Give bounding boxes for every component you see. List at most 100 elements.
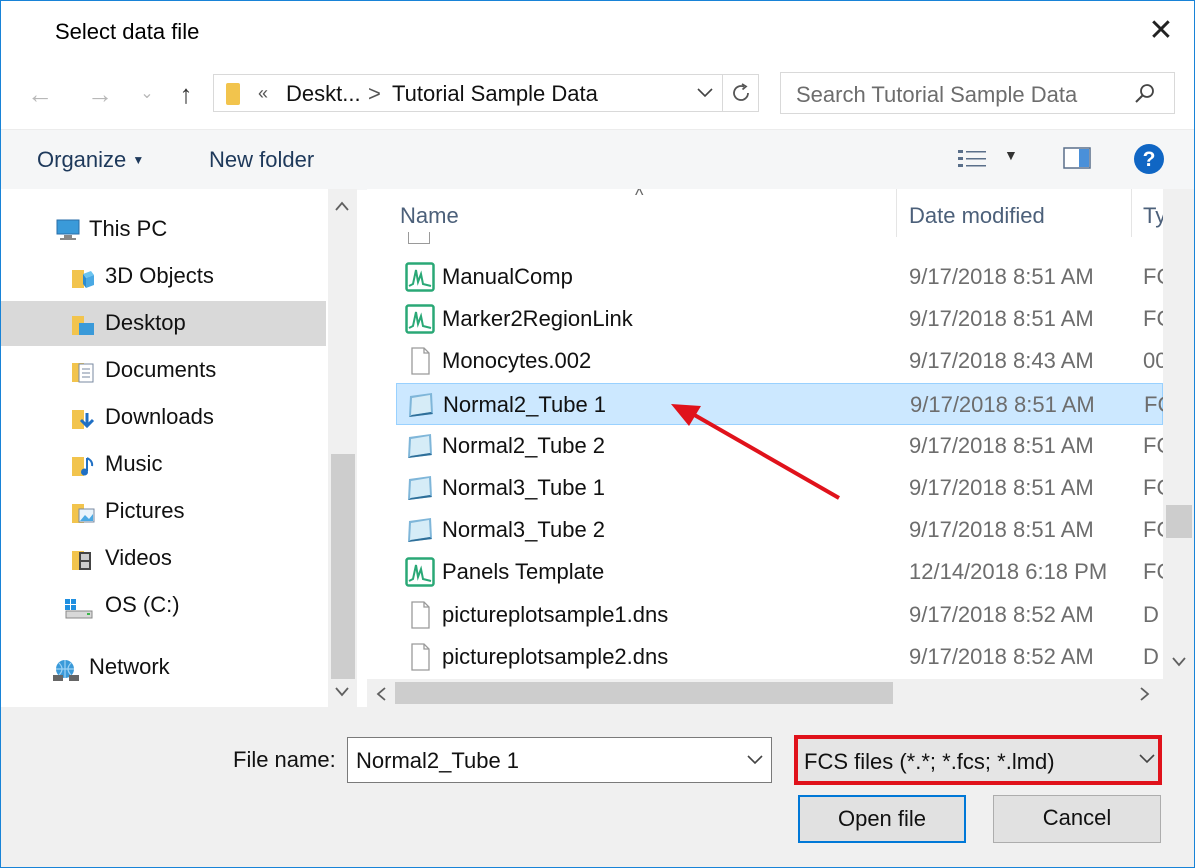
organize-menu[interactable]: Organize ▼ (37, 147, 144, 173)
organize-label: Organize (37, 147, 127, 172)
file-date: 9/17/2018 8:51 AM (909, 264, 1094, 289)
nav-item-3d-objects[interactable]: 3D Objects (1, 254, 326, 299)
list-item-partial[interactable] (396, 232, 1163, 246)
scroll-left-icon[interactable] (375, 686, 387, 707)
file-scroll-thumb[interactable] (1166, 505, 1192, 538)
file-row[interactable]: pictureplotsample2.dns 9/17/2018 8:52 AM D (396, 636, 1163, 678)
nav-item-this-pc[interactable]: This PC (1, 207, 326, 252)
nav-scroll-thumb[interactable] (331, 454, 355, 679)
file-vertical-scrollbar[interactable] (1163, 189, 1194, 679)
column-header-date[interactable]: Date modified (909, 203, 1045, 229)
breadcrumb-desktop[interactable]: Deskt... (286, 81, 361, 107)
fcs-file-icon (405, 473, 435, 503)
file-name: Normal2_Tube 1 (443, 391, 607, 417)
title-bar: Select data file ✕ (1, 1, 1194, 63)
scroll-down-icon[interactable] (1171, 655, 1187, 673)
file-name: ManualComp (442, 264, 573, 289)
file-name: Marker2RegionLink (442, 306, 633, 332)
file-name-combobox[interactable]: Normal2_Tube 1 (347, 737, 772, 783)
fcs-file-icon (405, 431, 435, 461)
address-dropdown-icon[interactable] (696, 83, 714, 106)
file-row[interactable]: pictureplotsample1.dns 9/17/2018 8:52 AM D (396, 594, 1163, 636)
file-type: FC (1143, 264, 1163, 289)
downloads-icon (71, 407, 95, 429)
folder-icon (226, 83, 240, 105)
chevron-down-icon[interactable] (746, 752, 764, 771)
scroll-right-icon[interactable] (1139, 686, 1151, 707)
search-input[interactable]: Search Tutorial Sample Data (796, 82, 1077, 108)
file-name-input[interactable]: Normal2_Tube 1 (356, 748, 519, 774)
file-row[interactable]: ManualComp 9/17/2018 8:51 AM FC (396, 256, 1163, 298)
file-type: FC (1143, 517, 1163, 543)
nav-item-network[interactable]: Network (1, 645, 326, 690)
address-bar[interactable]: « Deskt... > Tutorial Sample Data (213, 74, 759, 112)
file-name: pictureplotsample2.dns (442, 643, 669, 669)
close-icon: ✕ (1148, 14, 1174, 47)
nav-item-desktop[interactable]: Desktop (1, 301, 326, 346)
3d-objects-icon (71, 266, 94, 288)
nav-item-documents[interactable]: Documents (1, 348, 326, 393)
nav-item-videos[interactable]: Videos (1, 536, 326, 581)
nav-item-music[interactable]: Music (1, 442, 326, 487)
layout-file-icon (405, 304, 435, 334)
nav-item-os-drive[interactable]: OS (C:) (1, 583, 326, 628)
file-type: FC (1143, 559, 1163, 585)
open-file-button[interactable]: Open file (798, 795, 966, 843)
drive-icon (63, 595, 93, 619)
horizontal-scroll-thumb[interactable] (395, 682, 893, 704)
file-type-select[interactable]: FCS files (*.*; *.fcs; *.lmd) (794, 735, 1162, 785)
recent-locations-button[interactable]: ⌄ (135, 77, 159, 111)
column-divider (896, 189, 897, 237)
file-name: Normal3_Tube 1 (442, 475, 606, 500)
close-button[interactable]: ✕ (1139, 11, 1183, 51)
file-row[interactable]: Marker2RegionLink 9/17/2018 8:51 AM FC (396, 298, 1163, 340)
preview-pane-icon[interactable] (1063, 146, 1091, 175)
file-row[interactable]: Panels Template 12/14/2018 6:18 PM FC (396, 551, 1163, 593)
refresh-icon[interactable] (729, 81, 753, 110)
help-icon[interactable]: ? (1133, 143, 1165, 180)
file-type-value: FCS files (*.*; *.fcs; *.lmd) (804, 749, 1055, 774)
footer-panel: File name: Normal2_Tube 1 FCS files (*.*… (1, 707, 1194, 867)
forward-arrow-icon: → (87, 79, 113, 109)
search-box[interactable]: Search Tutorial Sample Data (780, 72, 1175, 114)
scroll-up-icon[interactable] (334, 199, 350, 217)
back-button[interactable]: ← (23, 77, 57, 111)
fcs-file-icon (405, 515, 435, 545)
column-header-name[interactable]: Name (400, 203, 459, 229)
up-button[interactable]: ↑ (169, 77, 203, 111)
search-icon[interactable] (1133, 81, 1157, 110)
file-row[interactable]: Normal3_Tube 1 9/17/2018 8:51 AM FC (396, 467, 1163, 509)
new-folder-button[interactable]: New folder (209, 147, 314, 173)
file-row[interactable]: Normal3_Tube 2 9/17/2018 8:51 AM FC (396, 509, 1163, 551)
file-row[interactable]: Normal2_Tube 1 9/17/2018 8:51 AM FC (396, 382, 1163, 425)
file-date: 9/17/2018 8:51 AM (909, 306, 1094, 332)
column-header-type[interactable]: Ty (1143, 203, 1163, 229)
file-date: 9/17/2018 8:51 AM (910, 391, 1095, 417)
view-dropdown-icon[interactable]: ▼ (1004, 147, 1018, 163)
breadcrumb-separator-icon[interactable]: > (368, 81, 381, 107)
nav-item-pictures[interactable]: Pictures (1, 489, 326, 534)
file-type: FC (1143, 306, 1163, 332)
blank-file-icon (405, 346, 435, 376)
file-date: 9/17/2018 8:51 AM (909, 475, 1094, 500)
pictures-icon (71, 501, 95, 523)
file-row[interactable]: Normal2_Tube 2 9/17/2018 8:51 AM FC (396, 425, 1163, 467)
scrollbar-corner (1163, 679, 1194, 707)
view-options-icon[interactable] (957, 148, 987, 177)
cancel-button[interactable]: Cancel (993, 795, 1161, 843)
layout-file-icon (405, 557, 435, 588)
nav-item-downloads[interactable]: Downloads (1, 395, 326, 440)
file-date: 9/17/2018 8:51 AM (909, 432, 1094, 458)
nav-label: OS (C:) (105, 592, 180, 617)
file-row[interactable]: Monocytes.002 9/17/2018 8:43 AM 00 (396, 340, 1163, 382)
forward-button[interactable]: → (83, 77, 117, 111)
column-divider (1131, 189, 1132, 237)
nav-label: Music (105, 451, 163, 476)
file-type: FC (1144, 391, 1163, 417)
scroll-down-icon[interactable] (334, 685, 350, 703)
breadcrumb-current[interactable]: Tutorial Sample Data (392, 81, 598, 107)
breadcrumb-overflow[interactable]: « (258, 83, 268, 104)
nav-label: This PC (89, 216, 168, 241)
file-horizontal-scrollbar[interactable] (367, 679, 1163, 707)
chevron-down-icon[interactable] (1138, 751, 1156, 770)
